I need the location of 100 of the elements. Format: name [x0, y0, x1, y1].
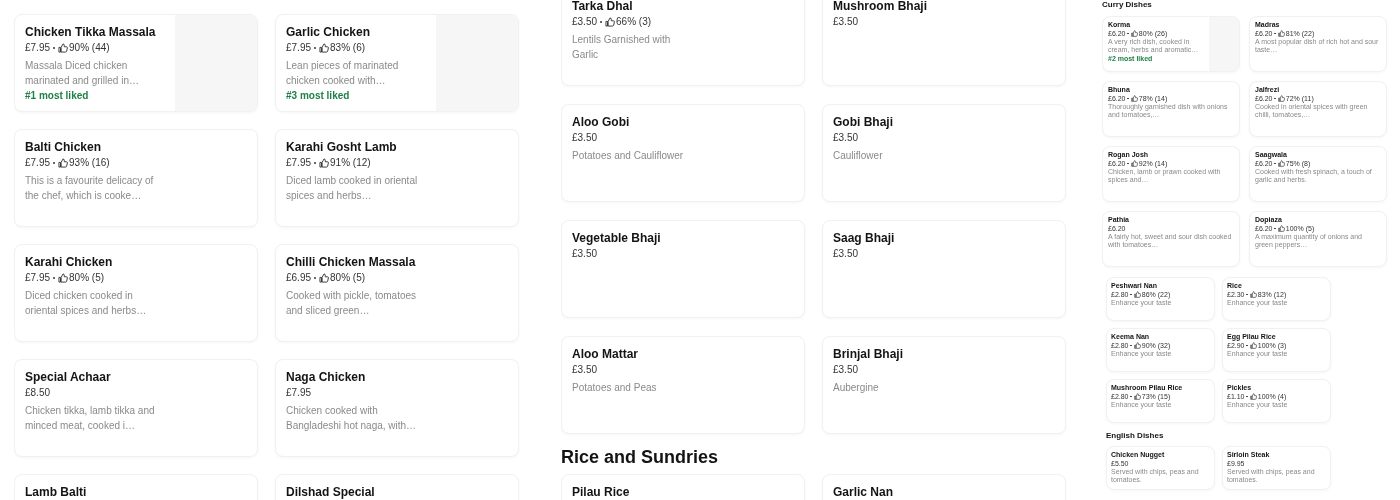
thumbs-up-icon [57, 43, 68, 53]
item-name: Karahi Gosht Lamb [286, 139, 398, 155]
menu-item-card[interactable]: Gobi Bhaji £3.50 Cauliflower [822, 104, 1066, 202]
item-description: Massala Diced chicken marinated and grilled in… [25, 59, 140, 88]
item-description: Potatoes and Peas [572, 381, 658, 395]
menu-item-card[interactable]: Dilshad Special [275, 474, 519, 500]
thumbs-up-icon [57, 273, 68, 283]
section-heading: English Dishes [1106, 431, 1165, 441]
item-name: Pilau Rice [572, 484, 631, 500]
thumbs-up-icon [1133, 342, 1141, 349]
item-name: Naga Chicken [286, 369, 367, 385]
item-price: £7.95 [286, 386, 312, 400]
menu-item-card[interactable]: Garlic Chicken £7.95 83% (6) Lean pieces of marinated chicken cooked with… #3 most liked [275, 14, 519, 112]
item-name: Balti Chicken [25, 139, 103, 155]
item-price: £3.50 [833, 363, 859, 377]
item-price: £3.50 [833, 247, 859, 261]
thumbs-up-icon [318, 158, 329, 168]
item-price: £8.50 [25, 386, 51, 400]
thumbs-up-icon [1249, 342, 1257, 349]
item-name: Dilshad Special [286, 484, 376, 500]
menu-item-card[interactable]: Karahi Gosht Lamb £7.95 91% (12) Diced lamb cooked in oriental spices and herbs… [275, 129, 519, 227]
item-description: Diced lamb cooked in oriental spices and herbs… [286, 174, 419, 203]
item-description: Lentils Garnished with Garlic [572, 33, 672, 62]
menu-item-card[interactable]: Garlic Nan [822, 474, 1066, 500]
item-name: Vegetable Bhaji [572, 230, 662, 246]
item-rating: 80% (5) [330, 271, 366, 285]
item-price: £6.95 [286, 271, 312, 285]
item-name: Gobi Bhaji [833, 114, 894, 130]
thumbs-up-icon [1277, 95, 1285, 102]
item-price: £7.95 [25, 41, 51, 55]
thumbs-up-icon [1130, 160, 1138, 167]
item-price: £3.50 [572, 131, 598, 145]
item-rating: 80% (5) [69, 271, 105, 285]
menu-item-card[interactable]: Brinjal Bhaji £3.50 Aubergine [822, 336, 1066, 434]
item-rating: 83% (6) [330, 41, 366, 55]
menu-item-card[interactable]: Aloo Gobi £3.50 Potatoes and Cauliflower [561, 104, 805, 202]
item-price: £3.50 [833, 15, 859, 29]
thumbs-up-icon [1277, 225, 1285, 232]
item-description: Chicken cooked with Bangladeshi hot naga, with… [286, 404, 418, 433]
thumbs-up-icon [1277, 30, 1285, 37]
item-rating: 90% (44) [69, 41, 110, 55]
item-name: Saag Bhaji [833, 230, 896, 246]
item-price: £7.95 [25, 156, 51, 170]
thumbs-up-icon [1277, 160, 1285, 167]
item-name: Lamb Balti [25, 484, 88, 500]
menu-item-card[interactable]: Pilau Rice [561, 474, 805, 500]
menu-item-card[interactable]: Balti Chicken £7.95 93% (16) This is a favourite delicacy of the chef, which is cooke… [14, 129, 258, 227]
thumbs-up-icon [1249, 291, 1257, 298]
menu-item-card[interactable]: Tarka Dhal £3.50 66% (3) Lentils Garnished with Garlic [561, 0, 805, 86]
menu-item-card[interactable]: Special Achaar £8.50 Chicken tikka, lamb tikka and minced meat, cooked i… [14, 359, 258, 457]
item-rating: 93% (16) [69, 156, 110, 170]
thumbs-up-icon [318, 43, 329, 53]
thumbs-up-icon [57, 158, 68, 168]
item-price: £3.50 [572, 363, 598, 377]
item-price: £7.95 [286, 41, 312, 55]
item-description: Aubergine [833, 381, 880, 395]
menu-item-card[interactable]: Mushroom Bhaji £3.50 [822, 0, 1066, 86]
item-name: Chilli Chicken Massala [286, 254, 417, 270]
item-description: Diced chicken cooked in oriental spices and herbs… [25, 289, 148, 318]
section-heading: Rice and Sundries [561, 446, 720, 468]
item-price: £3.50 [572, 247, 598, 261]
thumbs-up-icon [1249, 393, 1257, 400]
item-rating: 66% (3) [616, 15, 652, 29]
item-name: Karahi Chicken [25, 254, 114, 270]
menu-item-card[interactable]: Chicken Tikka Massala £7.95 90% (44) Massala Diced chicken marinated and grilled in… #1 most liked [14, 14, 258, 112]
item-price: £7.95 [25, 271, 51, 285]
section-heading: Curry Dishes [1102, 0, 1153, 10]
item-rating: 91% (12) [330, 156, 371, 170]
item-description: Lean pieces of marinated chicken cooked with… [286, 59, 400, 88]
thumbs-up-icon [1133, 393, 1141, 400]
thumbs-up-icon [1133, 291, 1141, 298]
menu-item-card[interactable]: Lamb Balti [14, 474, 258, 500]
thumbs-up-icon [1130, 95, 1138, 102]
menu-item-card[interactable]: Saag Bhaji £3.50 [822, 220, 1066, 318]
item-name: Garlic Chicken [286, 24, 372, 40]
item-description: Cauliflower [833, 149, 884, 163]
item-price: £3.50 [833, 131, 859, 145]
item-description: Cooked with pickle, tomatoes and sliced green… [286, 289, 418, 318]
thumbs-up-icon [604, 17, 615, 27]
menu-item-card[interactable]: Aloo Mattar £3.50 Potatoes and Peas [561, 336, 805, 434]
item-name: Aloo Mattar [572, 346, 639, 362]
item-description: Chicken tikka, lamb tikka and minced meat, cooked i… [25, 404, 156, 433]
item-price: £7.95 [286, 156, 312, 170]
popularity-label: #3 most liked [286, 89, 351, 103]
item-description: Potatoes and Cauliflower [572, 149, 685, 163]
item-name: Mushroom Bhaji [833, 0, 928, 14]
item-name: Brinjal Bhaji [833, 346, 904, 362]
menu-item-card[interactable]: Vegetable Bhaji £3.50 [561, 220, 805, 318]
item-name: Special Achaar [25, 369, 112, 385]
menu-item-card[interactable]: Karahi Chicken £7.95 80% (5) Diced chicken cooked in oriental spices and herbs… [14, 244, 258, 342]
item-name: Aloo Gobi [572, 114, 631, 130]
thumbs-up-icon [1130, 30, 1138, 37]
thumbs-up-icon [318, 273, 329, 283]
item-description: This is a favourite delicacy of the chef, which is cooke… [25, 174, 155, 203]
item-name: Garlic Nan [833, 484, 895, 500]
menu-item-card[interactable]: Chilli Chicken Massala £6.95 80% (5) Cooked with pickle, tomatoes and sliced green… [275, 244, 519, 342]
item-price: £3.50 [572, 15, 598, 29]
item-name: Tarka Dhal [572, 0, 634, 14]
menu-item-card[interactable]: Naga Chicken £7.95 Chicken cooked with Bangladeshi hot naga, with… [275, 359, 519, 457]
item-name: Chicken Tikka Massala [25, 24, 157, 40]
